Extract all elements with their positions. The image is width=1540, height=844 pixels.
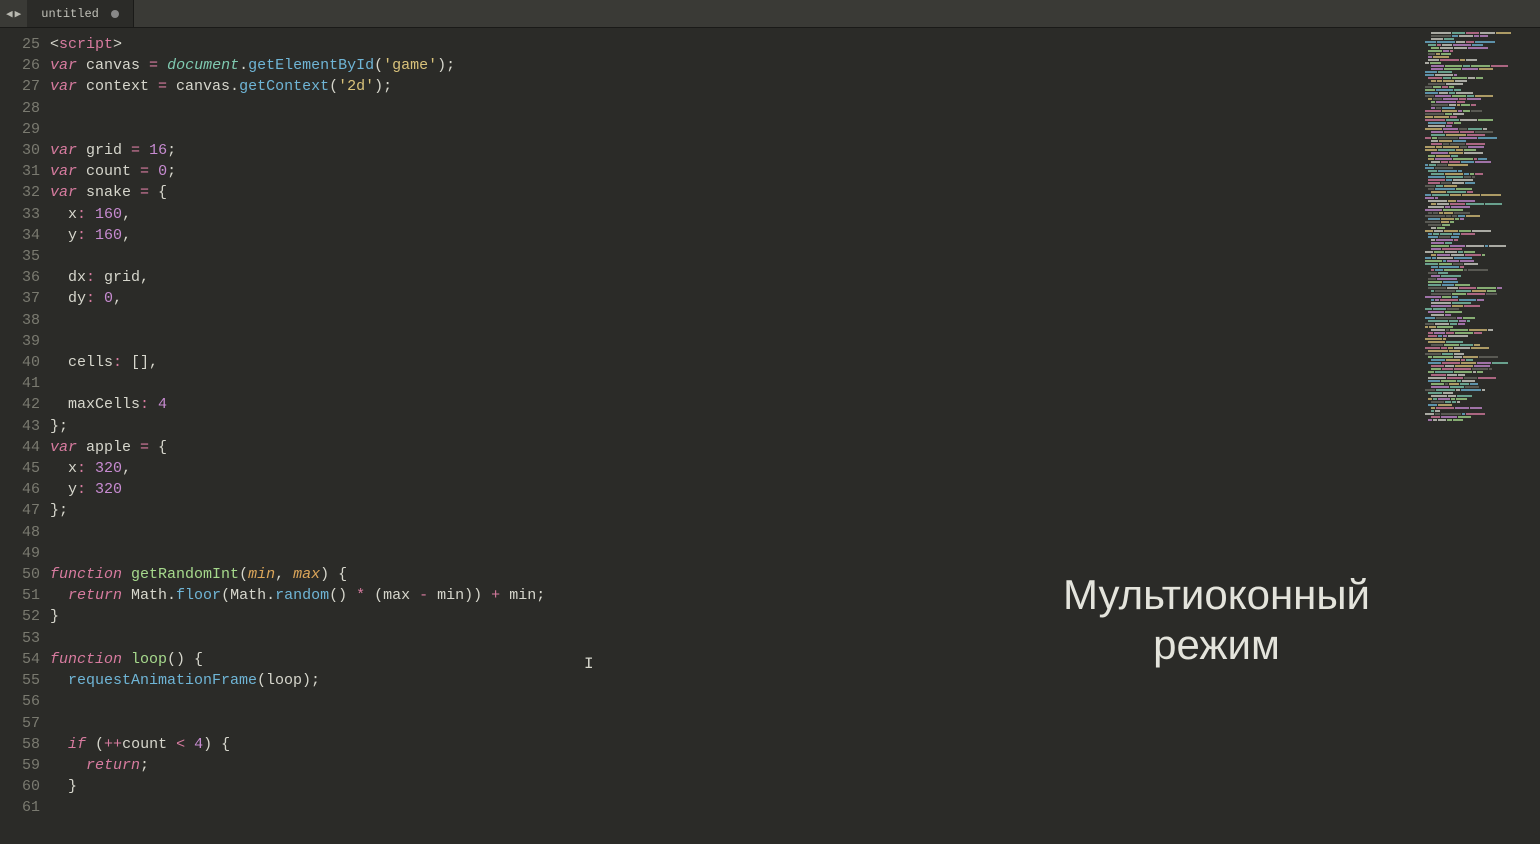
line-number: 30	[4, 140, 40, 161]
line-number: 47	[4, 500, 40, 521]
tab-title: untitled	[41, 7, 99, 21]
line-number: 56	[4, 691, 40, 712]
code-line[interactable]: y: 160,	[50, 225, 1420, 246]
tab-bar: ◀ ▶ untitled	[0, 0, 1540, 28]
code-area[interactable]: <script>var canvas = document.getElement…	[50, 28, 1420, 844]
line-number: 55	[4, 670, 40, 691]
line-number: 60	[4, 776, 40, 797]
line-number: 40	[4, 352, 40, 373]
line-number: 42	[4, 394, 40, 415]
line-number: 51	[4, 585, 40, 606]
code-line[interactable]: return Math.floor(Math.random() * (max -…	[50, 585, 1420, 606]
code-line[interactable]: }	[50, 606, 1420, 627]
code-line[interactable]: }	[50, 776, 1420, 797]
code-line[interactable]: var snake = {	[50, 182, 1420, 203]
code-line[interactable]	[50, 310, 1420, 331]
line-number: 48	[4, 522, 40, 543]
code-line[interactable]	[50, 628, 1420, 649]
line-number: 31	[4, 161, 40, 182]
code-line[interactable]: var context = canvas.getContext('2d');	[50, 76, 1420, 97]
line-number: 35	[4, 246, 40, 267]
line-number: 38	[4, 310, 40, 331]
code-line[interactable]	[50, 331, 1420, 352]
nav-arrows: ◀ ▶	[0, 0, 27, 27]
code-line[interactable]: x: 160,	[50, 204, 1420, 225]
line-number: 29	[4, 119, 40, 140]
line-number: 49	[4, 543, 40, 564]
code-line[interactable]	[50, 119, 1420, 140]
editor: 2526272829303132333435363738394041424344…	[0, 28, 1540, 844]
code-line[interactable]	[50, 98, 1420, 119]
line-number: 26	[4, 55, 40, 76]
line-number: 41	[4, 373, 40, 394]
code-line[interactable]	[50, 246, 1420, 267]
code-line[interactable]: var apple = {	[50, 437, 1420, 458]
code-line[interactable]: var count = 0;	[50, 161, 1420, 182]
code-line[interactable]	[50, 797, 1420, 818]
line-number: 58	[4, 734, 40, 755]
code-line[interactable]: requestAnimationFrame(loop);	[50, 670, 1420, 691]
unsaved-dot-icon	[111, 10, 119, 18]
code-line[interactable]: y: 320	[50, 479, 1420, 500]
code-line[interactable]: maxCells: 4	[50, 394, 1420, 415]
line-number: 32	[4, 182, 40, 203]
line-number: 59	[4, 755, 40, 776]
line-number: 28	[4, 98, 40, 119]
code-line[interactable]: <script>	[50, 34, 1420, 55]
line-number: 53	[4, 628, 40, 649]
code-line[interactable]: };	[50, 500, 1420, 521]
line-number: 37	[4, 288, 40, 309]
line-number: 52	[4, 606, 40, 627]
line-number: 27	[4, 76, 40, 97]
code-line[interactable]: var grid = 16;	[50, 140, 1420, 161]
line-number: 34	[4, 225, 40, 246]
line-number: 43	[4, 416, 40, 437]
code-line[interactable]	[50, 691, 1420, 712]
code-line[interactable]: cells: [],	[50, 352, 1420, 373]
code-line[interactable]	[50, 522, 1420, 543]
line-number: 44	[4, 437, 40, 458]
minimap[interactable]	[1420, 28, 1540, 844]
text-cursor-icon: I	[584, 655, 594, 673]
line-number: 39	[4, 331, 40, 352]
code-line[interactable]: };	[50, 416, 1420, 437]
code-line[interactable]: if (++count < 4) {	[50, 734, 1420, 755]
nav-forward-icon[interactable]: ▶	[15, 7, 22, 21]
code-line[interactable]: dx: grid,	[50, 267, 1420, 288]
line-number: 45	[4, 458, 40, 479]
code-line[interactable]: x: 320,	[50, 458, 1420, 479]
code-line[interactable]: function getRandomInt(min, max) {	[50, 564, 1420, 585]
code-line[interactable]: function loop() {	[50, 649, 1420, 670]
line-number-gutter: 2526272829303132333435363738394041424344…	[0, 28, 50, 844]
code-line[interactable]	[50, 543, 1420, 564]
code-line[interactable]	[50, 373, 1420, 394]
line-number: 61	[4, 797, 40, 818]
line-number: 46	[4, 479, 40, 500]
line-number: 54	[4, 649, 40, 670]
line-number: 25	[4, 34, 40, 55]
code-line[interactable]: return;	[50, 755, 1420, 776]
line-number: 50	[4, 564, 40, 585]
code-line[interactable]	[50, 713, 1420, 734]
code-line[interactable]: var canvas = document.getElementById('ga…	[50, 55, 1420, 76]
tab-untitled[interactable]: untitled	[27, 0, 134, 27]
nav-back-icon[interactable]: ◀	[6, 7, 13, 21]
line-number: 36	[4, 267, 40, 288]
code-line[interactable]: dy: 0,	[50, 288, 1420, 309]
line-number: 57	[4, 713, 40, 734]
line-number: 33	[4, 204, 40, 225]
